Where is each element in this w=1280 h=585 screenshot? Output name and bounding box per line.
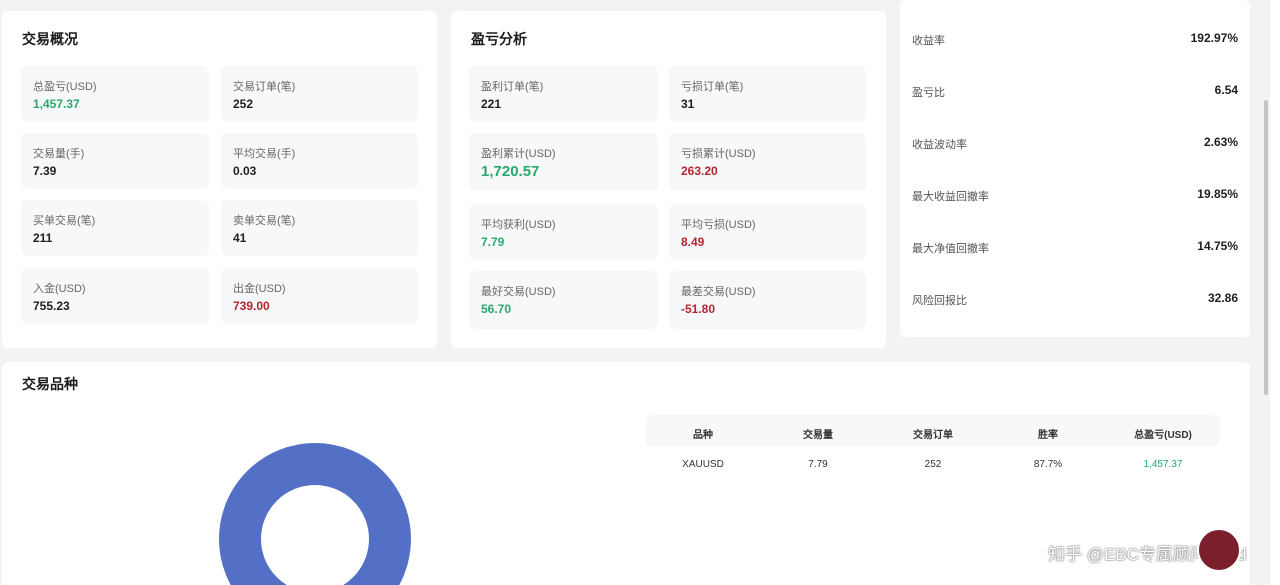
tile-label: 平均交易(手)	[233, 148, 296, 160]
tile-value: 41	[233, 231, 247, 245]
overview-tile-withdrawal: 出金(USD) 739.00	[221, 268, 418, 324]
tile-value: 1,457.37	[33, 97, 80, 111]
pnl-title: 盈亏分析	[471, 31, 527, 47]
tile-label: 亏损累计(USD)	[681, 148, 756, 160]
tile-label: 总盈亏(USD)	[33, 81, 97, 93]
pnl-tile-win-orders: 盈利订单(笔) 221	[469, 66, 658, 122]
scrollbar-thumb[interactable]	[1264, 100, 1268, 395]
ratio-value: 14.75%	[1197, 239, 1238, 253]
tile-value: 755.23	[33, 299, 70, 313]
pnl-tile-best-trade: 最好交易(USD) 56.70	[469, 271, 658, 329]
avatar[interactable]	[1197, 528, 1241, 572]
tile-label: 交易订单(笔)	[233, 81, 296, 93]
tile-value: 7.39	[33, 164, 57, 178]
tile-label: 平均获利(USD)	[481, 219, 556, 231]
tile-value: 8.49	[681, 235, 705, 249]
col-header-orders: 交易订单	[913, 430, 953, 441]
tile-value: 31	[681, 97, 695, 111]
ratio-row-max-return-drawdown: 最大收益回撤率 19.85%	[912, 185, 1238, 205]
symbols-table-header: 品种 交易量 交易订单 胜率 总盈亏(USD)	[646, 415, 1220, 447]
pnl-tile-avg-loss: 平均亏损(USD) 8.49	[669, 204, 866, 260]
tile-label: 盈利订单(笔)	[481, 81, 544, 93]
tile-label: 最好交易(USD)	[481, 286, 556, 298]
symbols-donut-chart	[219, 443, 411, 585]
overview-tile-deposit: 入金(USD) 755.23	[21, 268, 209, 324]
tile-value: 0.03	[233, 164, 257, 178]
col-header-winrate: 胜率	[1038, 430, 1058, 441]
tile-value: 56.70	[481, 302, 512, 316]
ratio-value: 19.85%	[1197, 187, 1238, 201]
right-edge	[1270, 0, 1280, 585]
cell-total-pnl: 1,457.37	[1143, 459, 1183, 470]
tile-value: 252	[233, 97, 254, 111]
pnl-tile-total-loss: 亏损累计(USD) 263.20	[669, 133, 866, 191]
ratio-value: 192.97%	[1190, 31, 1238, 45]
ratio-label: 最大收益回撤率	[912, 191, 989, 203]
ratio-label: 盈亏比	[912, 87, 945, 99]
overview-tile-sell-orders: 卖单交易(笔) 41	[221, 200, 418, 256]
pnl-tile-loss-orders: 亏损订单(笔) 31	[669, 66, 866, 122]
ratio-row-risk-reward: 风险回报比 32.86	[912, 289, 1238, 309]
tile-value: 7.79	[481, 235, 505, 249]
ratio-label: 收益波动率	[912, 139, 967, 151]
overview-title: 交易概况	[22, 31, 78, 47]
ratio-row-pl-ratio: 盈亏比 6.54	[912, 81, 1238, 101]
cell-volume: 7.79	[808, 459, 828, 470]
pnl-tile-total-profit: 盈利累计(USD) 1,720.57	[469, 133, 658, 191]
overview-tile-total-pnl: 总盈亏(USD) 1,457.37	[21, 66, 209, 122]
tile-label: 盈利累计(USD)	[481, 148, 556, 160]
tile-value: 739.00	[233, 299, 270, 313]
tile-value: 263.20	[681, 164, 718, 178]
ratio-row-max-equity-drawdown: 最大净值回撤率 14.75%	[912, 237, 1238, 257]
tile-label: 平均亏损(USD)	[681, 219, 756, 231]
pnl-tile-worst-trade: 最差交易(USD) -51.80	[669, 271, 866, 329]
tile-label: 买单交易(笔)	[33, 215, 96, 227]
pnl-card: 盈亏分析 盈利订单(笔) 221 亏损订单(笔) 31 盈利累计(USD) 1,…	[451, 11, 886, 348]
tile-label: 入金(USD)	[33, 283, 86, 295]
cell-symbol: XAUUSD	[682, 459, 724, 470]
tile-label: 亏损订单(笔)	[681, 81, 744, 93]
tile-value: 211	[33, 231, 53, 245]
tile-label: 出金(USD)	[233, 283, 286, 295]
tile-value: 1,720.57	[481, 163, 540, 180]
tile-value: 221	[481, 97, 502, 111]
tile-label: 交易量(手)	[33, 148, 85, 160]
col-header-symbol: 品种	[693, 430, 713, 441]
overview-tile-orders: 交易订单(笔) 252	[221, 66, 418, 122]
tile-value: -51.80	[681, 302, 716, 316]
ratio-label: 风险回报比	[912, 295, 967, 307]
symbols-title: 交易品种	[22, 376, 78, 392]
ratio-label: 收益率	[912, 35, 945, 47]
ratio-label: 最大净值回撤率	[912, 243, 989, 255]
col-header-total-pnl: 总盈亏(USD)	[1134, 430, 1192, 441]
page-scrollbar[interactable]	[1262, 0, 1270, 585]
pnl-tile-avg-profit: 平均获利(USD) 7.79	[469, 204, 658, 260]
donut-slice-xauusd[interactable]	[219, 443, 411, 585]
overview-tile-buy-orders: 买单交易(笔) 211	[21, 200, 209, 256]
col-header-volume: 交易量	[803, 430, 833, 441]
ratio-row-return: 收益率 192.97%	[912, 29, 1238, 49]
tile-label: 最差交易(USD)	[681, 286, 756, 298]
overview-tile-volume: 交易量(手) 7.39	[21, 133, 209, 189]
overview-tile-avg-volume: 平均交易(手) 0.03	[221, 133, 418, 189]
cell-orders: 252	[924, 459, 942, 470]
overview-card: 交易概况 总盈亏(USD) 1,457.37 交易订单(笔) 252 交易量(手…	[2, 11, 437, 348]
ratio-value: 6.54	[1214, 83, 1238, 97]
ratios-card: 收益率 192.97% 盈亏比 6.54 收益波动率 2.63% 最大收益回撤率…	[900, 0, 1250, 337]
ratio-value: 32.86	[1207, 291, 1238, 305]
tile-label: 卖单交易(笔)	[233, 215, 296, 227]
ratio-row-volatility: 收益波动率 2.63%	[912, 133, 1238, 153]
cell-winrate: 87.7%	[1033, 459, 1063, 470]
ratio-value: 2.63%	[1203, 135, 1238, 149]
